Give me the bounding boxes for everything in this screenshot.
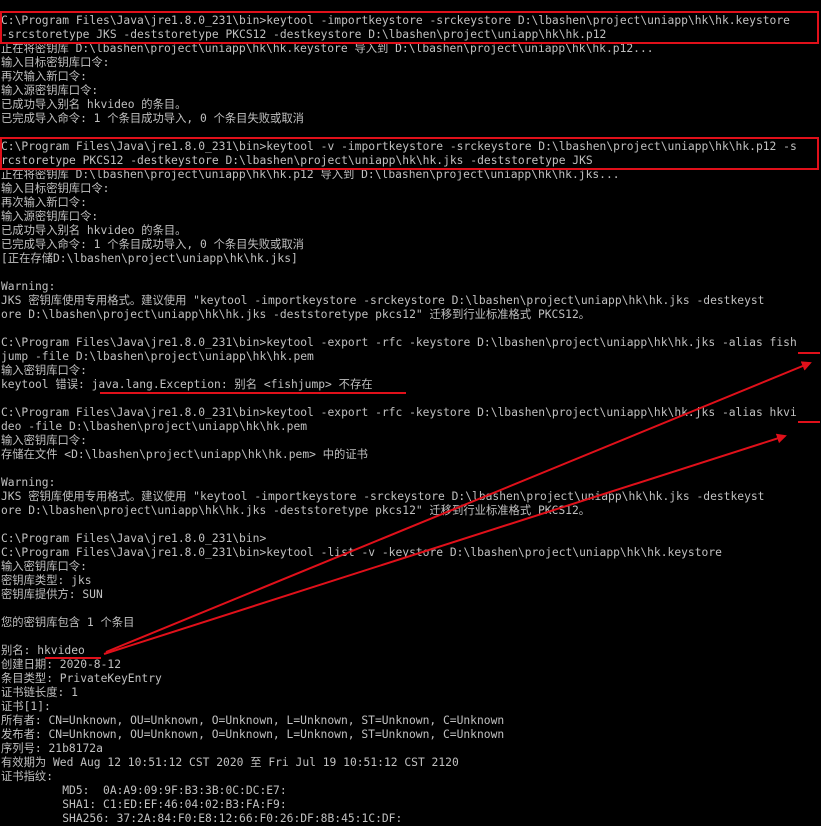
console-line: 所有者: CN=Unknown, OU=Unknown, O=Unknown, … xyxy=(1,714,505,727)
console-line: 再次输入新口令: xyxy=(1,196,87,209)
error-underline xyxy=(100,392,406,394)
console-line: SHA1: C1:ED:EF:46:04:02:B3:FA:F9: xyxy=(1,798,287,811)
console-line: JKS 密钥库使用专用格式。建议使用 "keytool -importkeyst… xyxy=(1,490,765,503)
console-line: C:\Program Files\Java\jre1.8.0_231\bin> xyxy=(1,532,267,545)
console-line: C:\Program Files\Java\jre1.8.0_231\bin>k… xyxy=(1,140,797,153)
console-line: 输入目标密钥库口令: xyxy=(1,182,110,195)
console-line: 输入密钥库口令: xyxy=(1,434,87,447)
console-line: 证书指纹: xyxy=(1,770,53,783)
console-line: 正在将密钥库 D:\lbashen\project\uniapp\hk\hk.k… xyxy=(1,42,654,55)
console-line: 密钥库提供方: SUN xyxy=(1,588,103,601)
console-line: 已完成导入命令: 1 个条目成功导入, 0 个条目失败或取消 xyxy=(1,238,304,251)
console-line: [正在存储D:\lbashen\project\uniapp\hk\hk.jks… xyxy=(1,252,298,265)
console-line: C:\Program Files\Java\jre1.8.0_231\bin>k… xyxy=(1,546,722,559)
console-window[interactable]: C:\Program Files\Java\jre1.8.0_231\bin> k… xyxy=(0,0,821,826)
console-line: 正在将密钥库 D:\lbashen\project\uniapp\hk\hk.p… xyxy=(1,168,620,181)
console-line: 证书链长度: 1 xyxy=(1,686,78,699)
console-line: 已完成导入命令: 1 个条目成功导入, 0 个条目失败或取消 xyxy=(1,112,304,125)
console-line: 发布者: CN=Unknown, OU=Unknown, O=Unknown, … xyxy=(1,728,505,741)
console-line: ore D:\lbashen\project\uniapp\hk\hk.jks … xyxy=(1,504,591,517)
alias-underline xyxy=(45,657,101,659)
console-line: Warning: xyxy=(1,476,56,489)
console-line: 输入源密钥库口令: xyxy=(1,210,99,223)
console-line: 存储在文件 <D:\lbashen\project\uniapp\hk\hk.p… xyxy=(1,448,368,461)
console-line: 创建日期: 2020-8-12 xyxy=(1,658,122,671)
console-line: 证书[1]: xyxy=(1,700,51,713)
console-line: rcstoretype PKCS12 -destkeystore D:\lbas… xyxy=(1,154,593,167)
console-line: 您的密钥库包含 1 个条目 xyxy=(1,616,135,629)
console-line: C:\Program Files\Java\jre1.8.0_231\bin>k… xyxy=(1,336,797,349)
console-line: ore D:\lbashen\project\uniapp\hk\hk.jks … xyxy=(1,308,591,321)
console-line: C:\Program Files\Java\jre1.8.0_231\bin>k… xyxy=(1,406,797,419)
console-line: 输入源密钥库口令: xyxy=(1,84,99,97)
console-line: deo -file D:\lbashen\project\uniapp\hk\h… xyxy=(1,420,308,433)
console-line: SHA256: 37:2A:84:F0:E8:12:66:F0:26:DF:8B… xyxy=(1,812,403,825)
console-line: 输入密钥库口令: xyxy=(1,560,87,573)
console-line: 密钥库类型: jks xyxy=(1,574,92,587)
console-line: keytool 错误: java.lang.Exception: 别名 <fis… xyxy=(1,378,373,391)
console-line: 条目类型: PrivateKeyEntry xyxy=(1,672,162,685)
console-line: Warning: xyxy=(1,280,56,293)
console-line: 再次输入新口令: xyxy=(1,70,87,83)
console-line: 已成功导入别名 hkvideo 的条目。 xyxy=(1,224,187,237)
console-line: 序列号: 21b8172a xyxy=(1,742,103,755)
console-line: JKS 密钥库使用专用格式。建议使用 "keytool -importkeyst… xyxy=(1,294,765,307)
console-line: 输入密钥库口令: xyxy=(1,364,87,377)
console-line: -srcstoretype JKS -deststoretype PKCS12 … xyxy=(1,28,607,41)
console-line: MD5: 0A:A9:09:9F:B3:3B:0C:DC:E7: xyxy=(1,784,287,797)
console-line: 输入目标密钥库口令: xyxy=(1,56,110,69)
alias-underline xyxy=(798,352,820,354)
console-line: 已成功导入别名 hkvideo 的条目。 xyxy=(1,98,187,111)
alias-underline xyxy=(798,421,820,423)
console-line: 有效期为 Wed Aug 12 10:51:12 CST 2020 至 Fri … xyxy=(1,756,459,769)
console-line: jump -file D:\lbashen\project\uniapp\hk\… xyxy=(1,350,314,363)
console-line: 别名: hkvideo xyxy=(1,644,85,657)
console-line: C:\Program Files\Java\jre1.8.0_231\bin>k… xyxy=(1,14,790,27)
